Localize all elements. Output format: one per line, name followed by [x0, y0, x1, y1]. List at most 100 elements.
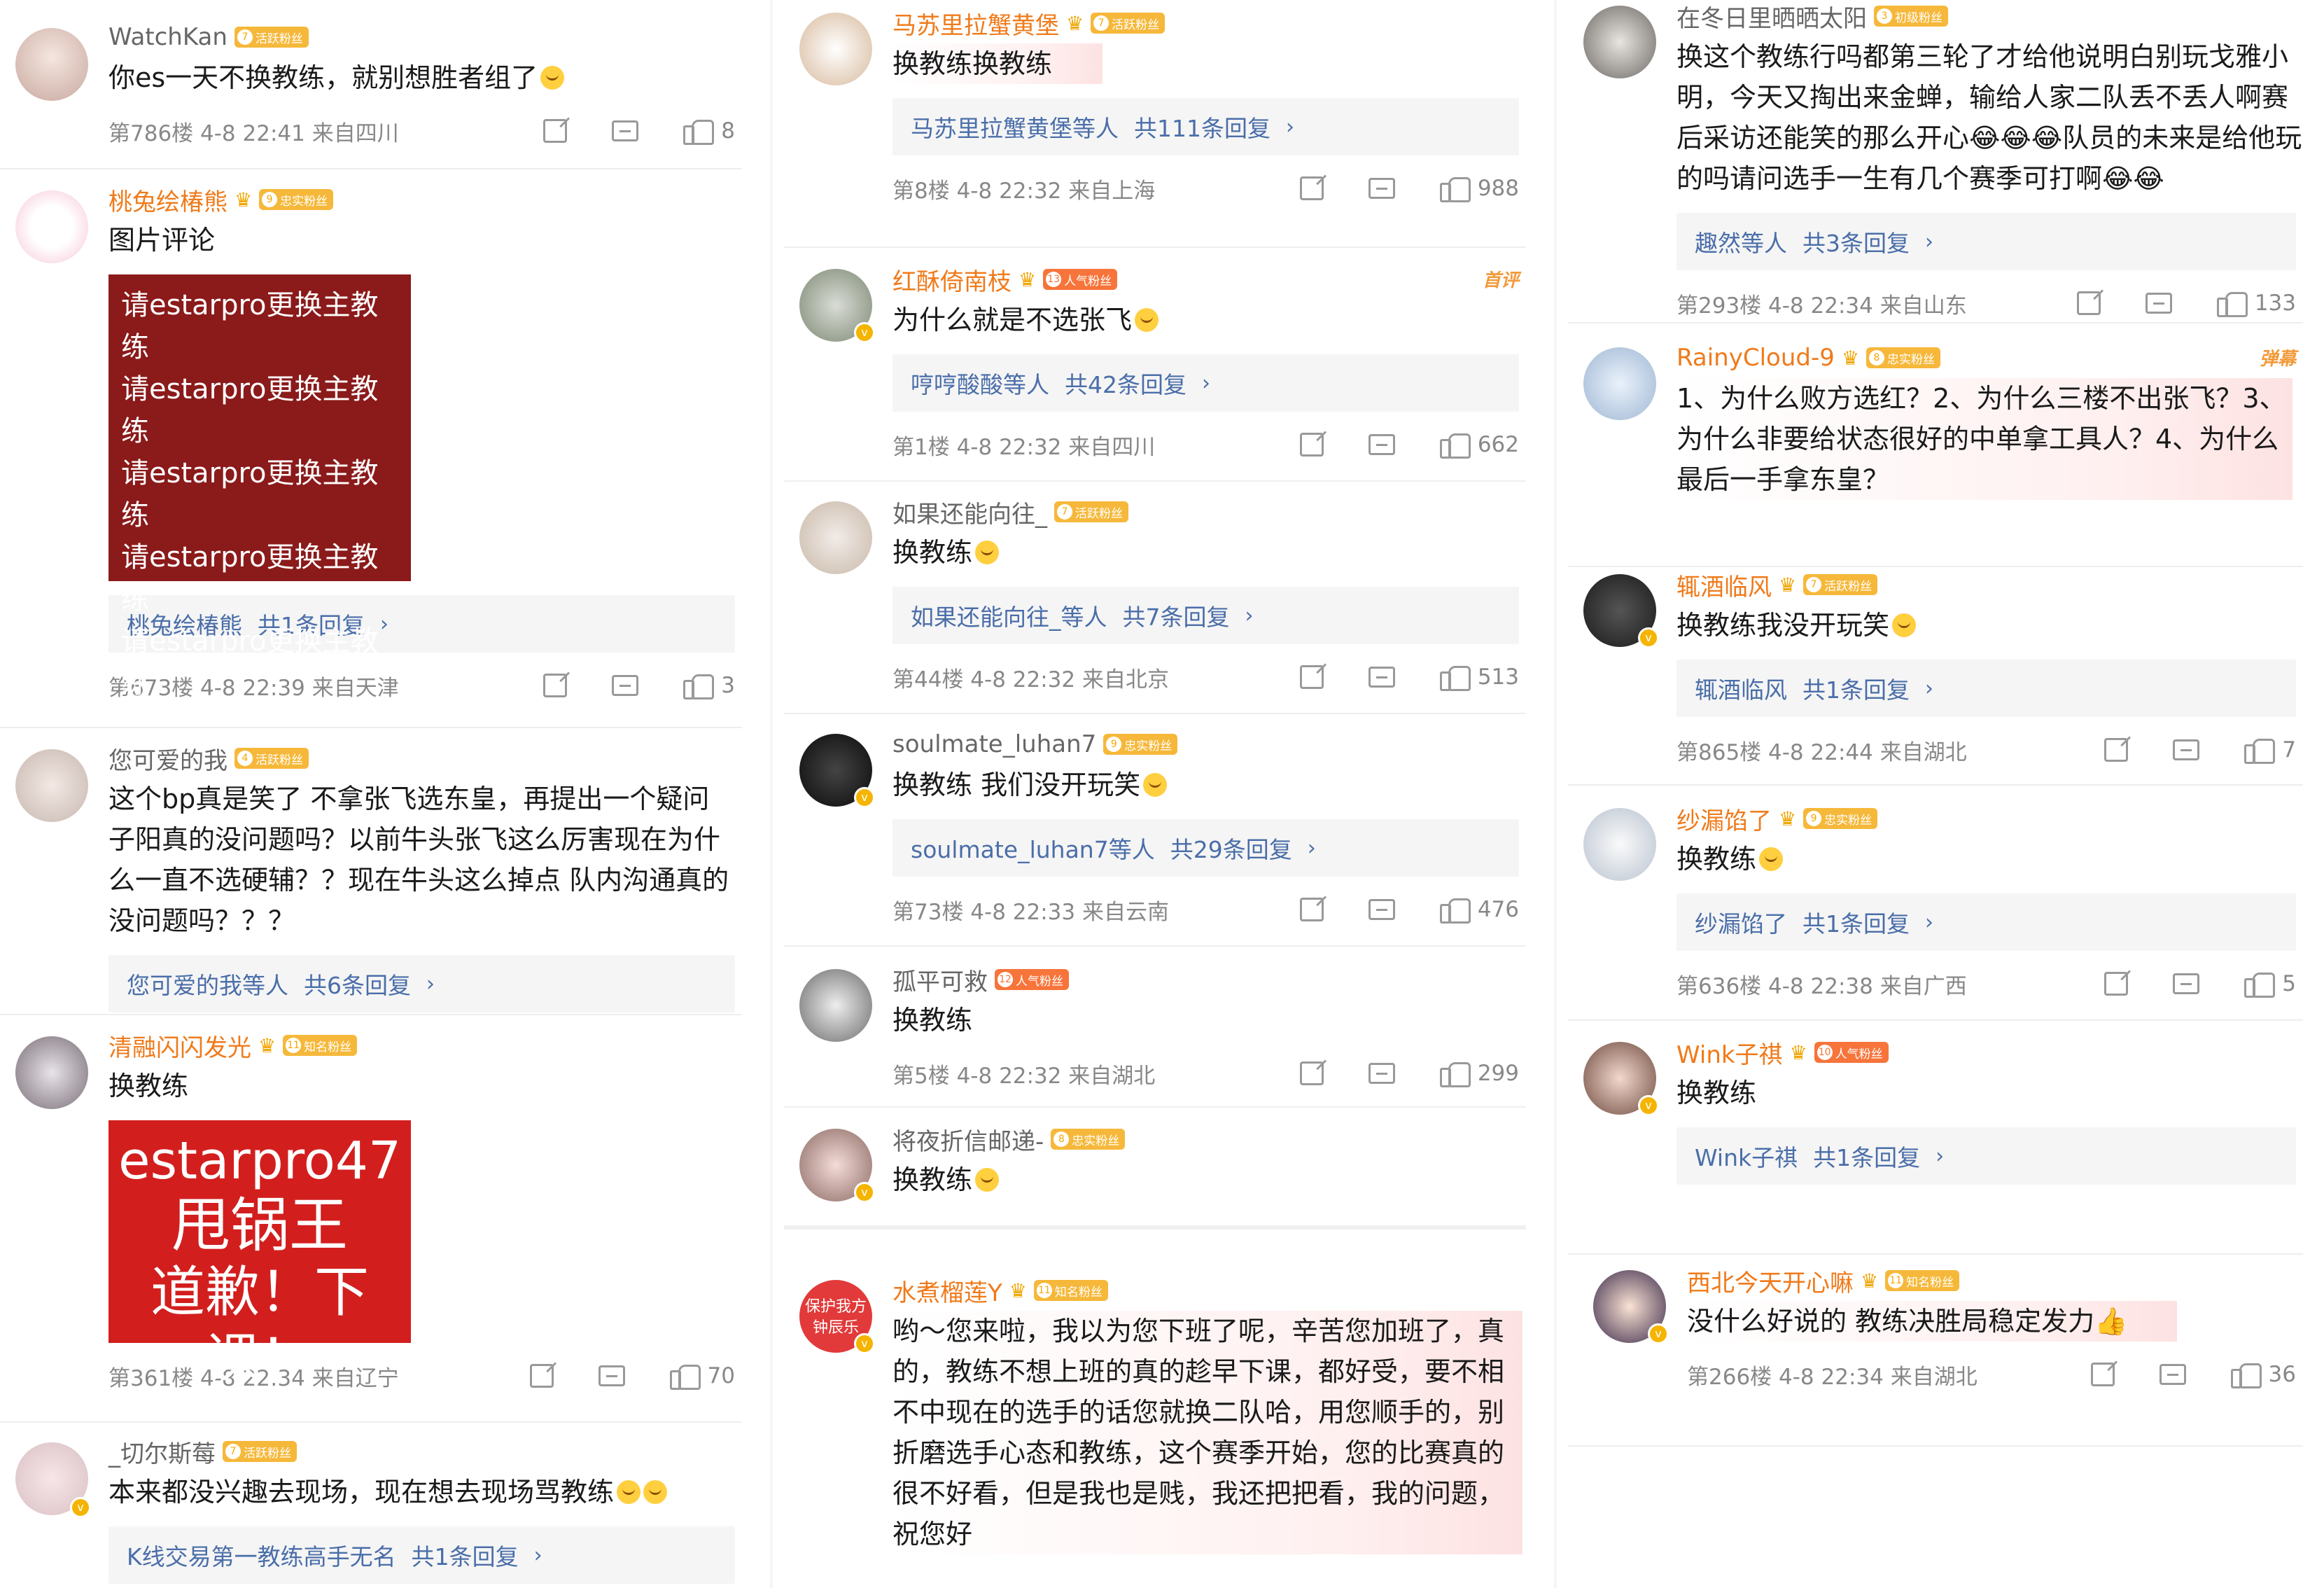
comment-button[interactable]: [612, 120, 639, 141]
replies-link[interactable]: K线交易第一教练高手无名 共1条回复 ›: [108, 1526, 735, 1584]
comment-button[interactable]: [598, 1365, 625, 1386]
share-button[interactable]: [1299, 898, 1324, 921]
comment-icon: [2159, 1364, 2186, 1385]
comment-meta: 第73楼 4-8 22:33 来自云南 476: [892, 896, 1519, 925]
like-button[interactable]: 8: [683, 117, 735, 145]
comment-button[interactable]: [1368, 434, 1395, 455]
emoji-icon: [540, 66, 565, 90]
username[interactable]: RainyCloud-9: [1676, 344, 1835, 372]
share-button[interactable]: [543, 674, 568, 697]
like-button[interactable]: 476: [1439, 896, 1519, 924]
comment-button[interactable]: [2173, 973, 2200, 994]
verified-icon: v: [854, 1182, 875, 1203]
like-button[interactable]: 299: [1439, 1059, 1519, 1087]
avatar[interactable]: [15, 749, 88, 822]
crown-icon: ♛: [1018, 267, 1037, 291]
share-button[interactable]: [543, 119, 568, 143]
comment-button[interactable]: [2159, 1364, 2186, 1385]
avatar[interactable]: [799, 969, 872, 1042]
username[interactable]: 马苏里拉蟹黄堡: [892, 6, 1059, 41]
username[interactable]: soulmate_luhan7: [892, 730, 1096, 758]
avatar[interactable]: [799, 13, 872, 85]
replies-link[interactable]: 您可爱的我等人 共6条回复 ›: [108, 955, 735, 1012]
comment-image[interactable]: 请estarpro更换主教练 请estarpro更换主教练 请estarpro更…: [108, 274, 411, 783]
username[interactable]: 孤平可救: [892, 963, 988, 997]
comment-item: 孤平可救 12 人气粉丝 换教练 第5楼 4-8 22:32 来自湖北 299: [784, 963, 1547, 1103]
username[interactable]: 西北今天开心嘛: [1687, 1264, 1854, 1298]
comment-button[interactable]: [2173, 739, 2200, 760]
username[interactable]: 纱漏馅了: [1676, 802, 1772, 836]
replies-link[interactable]: 趣然等人 共3条回复 ›: [1676, 213, 2296, 270]
avatar[interactable]: [15, 28, 88, 101]
comment-icon: [2173, 973, 2200, 994]
like-icon: [1439, 1059, 1471, 1087]
share-button[interactable]: [2076, 291, 2101, 315]
replies-link[interactable]: 纱漏馅了 共1条回复 ›: [1676, 893, 2296, 951]
avatar[interactable]: [799, 501, 872, 574]
comment-text: 哟～您来啦，我以为您下班了呢，辛苦您加班了，真的，教练不想上班的真的趁早下课，都…: [892, 1311, 1522, 1554]
share-icon: [543, 674, 568, 697]
like-button[interactable]: 70: [669, 1362, 735, 1390]
username[interactable]: 辄酒临风: [1676, 568, 1772, 602]
comment-button[interactable]: [1368, 899, 1395, 920]
like-button[interactable]: 133: [2216, 289, 2296, 317]
like-button[interactable]: 662: [1439, 431, 1519, 459]
replies-link[interactable]: soulmate_luhan7等人 共29条回复 ›: [892, 819, 1519, 877]
avatar[interactable]: [1583, 808, 1656, 881]
comment-text: 换教练: [1676, 839, 2296, 879]
emoji-icon: [975, 541, 1000, 564]
avatar[interactable]: [15, 190, 88, 263]
comment-button[interactable]: [1368, 667, 1395, 688]
comment-item: 保护我方钟辰乐 v 水煮榴莲Y ♛ 11 知名粉丝 哟～您来啦，我以为您下班了呢，…: [784, 1274, 1547, 1588]
username[interactable]: Wink子祺: [1676, 1036, 1783, 1070]
replies-link[interactable]: Wink子祺 共1条回复 ›: [1676, 1127, 2296, 1185]
username[interactable]: 将夜折信邮递-: [892, 1122, 1044, 1157]
replies-link[interactable]: 哼哼酸酸等人 共42条回复 ›: [892, 354, 1519, 412]
like-button[interactable]: 7: [2244, 736, 2296, 764]
crown-icon: ♛: [1779, 573, 1797, 597]
replies-link[interactable]: 辄酒临风 共1条回复 ›: [1676, 660, 2296, 717]
share-button[interactable]: [2104, 972, 2129, 996]
comment-image[interactable]: estarpro47 甩锅王 道歉！下课！: [108, 1120, 411, 1391]
avatar[interactable]: [15, 1036, 88, 1109]
like-button[interactable]: 988: [1439, 174, 1519, 202]
like-button[interactable]: 3: [683, 671, 735, 699]
like-icon: [2244, 736, 2276, 764]
comment-icon: [612, 120, 639, 141]
username[interactable]: WatchKan: [108, 23, 227, 51]
comment-icon: [1368, 899, 1395, 920]
username[interactable]: 在冬日里晒晒太阳: [1676, 0, 1867, 34]
avatar[interactable]: [1583, 347, 1656, 420]
comment-item: WatchKan 7 活跃粉丝 你es一天不换教练，就别想胜者组了 第786楼 4…: [0, 21, 763, 161]
avatar[interactable]: [1583, 6, 1656, 78]
chevron-right-icon: ›: [533, 1542, 542, 1568]
share-button[interactable]: [2090, 1363, 2115, 1386]
comment-text: 换教练: [1676, 1078, 1757, 1108]
replies-link[interactable]: 如果还能向往_等人 共7条回复 ›: [892, 587, 1519, 644]
fan-badge: 9 忠实粉丝: [1803, 808, 1878, 829]
comment-button[interactable]: [1368, 178, 1395, 199]
share-button[interactable]: [529, 1364, 554, 1388]
share-button[interactable]: [1299, 665, 1324, 689]
share-button[interactable]: [1299, 433, 1324, 457]
username[interactable]: 红酥倚南枝: [892, 263, 1011, 297]
share-button[interactable]: [1299, 176, 1324, 200]
like-button[interactable]: 513: [1439, 663, 1519, 691]
username[interactable]: 水煮榴莲Y: [892, 1274, 1002, 1308]
comment-button[interactable]: [1368, 1063, 1395, 1084]
share-button[interactable]: [1299, 1061, 1324, 1085]
username[interactable]: _切尔斯莓: [108, 1435, 216, 1469]
username[interactable]: 清融闪闪发光: [108, 1029, 251, 1063]
username[interactable]: 桃兔绘椿熊: [108, 183, 227, 217]
share-button[interactable]: [2104, 738, 2129, 762]
emoji-icon: [1143, 773, 1168, 797]
like-button[interactable]: 5: [2244, 970, 2296, 998]
comment-button[interactable]: [612, 675, 639, 696]
username[interactable]: 您可爱的我: [108, 741, 227, 776]
like-icon: [683, 671, 715, 699]
like-button[interactable]: 36: [2230, 1360, 2296, 1388]
comment-button[interactable]: [2145, 293, 2172, 314]
replies-link[interactable]: 马苏里拉蟹黄堡等人 共111条回复 ›: [892, 98, 1519, 155]
username[interactable]: 如果还能向往_: [892, 495, 1047, 529]
share-icon: [2076, 291, 2101, 315]
